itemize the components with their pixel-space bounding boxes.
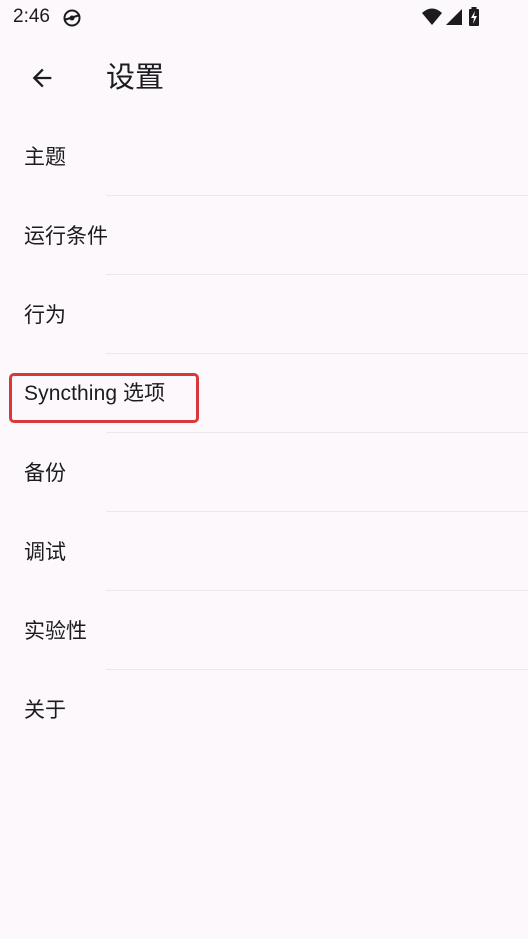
sync-status-icon bbox=[61, 8, 83, 28]
settings-item-run-conditions[interactable]: 运行条件 bbox=[0, 196, 528, 275]
status-time: 2:46 bbox=[13, 6, 50, 27]
settings-item-syncthing-options[interactable]: Syncthing 选项 bbox=[0, 354, 528, 433]
settings-item-theme[interactable]: 主题 bbox=[0, 117, 528, 196]
cellular-signal-icon bbox=[446, 9, 462, 25]
settings-item-experimental[interactable]: 实验性 bbox=[0, 591, 528, 670]
back-button[interactable] bbox=[20, 56, 64, 100]
settings-item-label: 行为 bbox=[24, 303, 66, 327]
page-title: 设置 bbox=[106, 60, 165, 94]
app-bar: 设置 bbox=[0, 40, 528, 116]
settings-item-backup[interactable]: 备份 bbox=[0, 433, 528, 512]
settings-item-label: 运行条件 bbox=[24, 224, 108, 248]
settings-item-about[interactable]: 关于 bbox=[0, 670, 528, 749]
status-bar: 2:46 bbox=[0, 0, 528, 36]
battery-charging-icon bbox=[469, 7, 479, 26]
settings-item-label: 实验性 bbox=[24, 619, 87, 643]
wifi-icon bbox=[422, 8, 442, 25]
settings-item-label: 主题 bbox=[24, 145, 66, 169]
settings-item-label: Syncthing 选项 bbox=[24, 382, 166, 405]
settings-item-label: 关于 bbox=[24, 698, 66, 722]
arrow-back-icon bbox=[32, 68, 52, 88]
settings-item-behavior[interactable]: 行为 bbox=[0, 275, 528, 354]
status-icons bbox=[421, 7, 491, 27]
settings-item-debug[interactable]: 调试 bbox=[0, 512, 528, 591]
settings-item-label: 调试 bbox=[24, 540, 66, 564]
settings-item-label: 备份 bbox=[24, 461, 66, 485]
settings-list: 主题 运行条件 行为 Syncthing 选项 备份 调试 实验性 关于 bbox=[0, 117, 528, 749]
